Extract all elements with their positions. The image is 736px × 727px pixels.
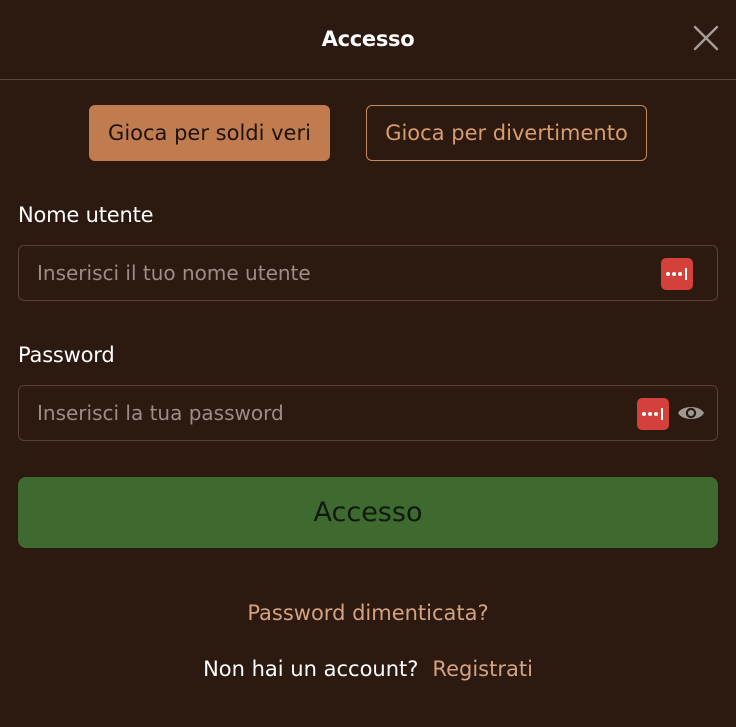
password-input[interactable] <box>19 386 717 440</box>
play-real-money-button[interactable]: Gioca per soldi veri <box>89 105 330 161</box>
login-submit-button[interactable]: Accesso <box>18 477 718 548</box>
show-password-eye-icon[interactable] <box>677 401 705 425</box>
username-input[interactable] <box>19 246 717 300</box>
modal-header: Accesso <box>0 0 736 80</box>
password-field-container <box>18 385 718 441</box>
password-manager-icon[interactable] <box>637 398 669 430</box>
login-modal: Accesso Gioca per soldi veri Gioca per d… <box>0 0 736 727</box>
play-for-fun-button[interactable]: Gioca per divertimento <box>366 105 647 161</box>
password-manager-icon[interactable] <box>661 258 693 290</box>
forgot-password-link[interactable]: Password dimenticata? <box>0 601 736 625</box>
username-field-container <box>18 245 718 301</box>
close-icon[interactable] <box>690 22 722 54</box>
username-label: Nome utente <box>18 203 154 227</box>
signup-row: Non hai un account? Registrati <box>0 657 736 681</box>
password-label: Password <box>18 343 115 367</box>
modal-title: Accesso <box>321 27 415 51</box>
register-link[interactable]: Registrati <box>432 657 532 681</box>
signup-prompt: Non hai un account? <box>203 657 419 681</box>
